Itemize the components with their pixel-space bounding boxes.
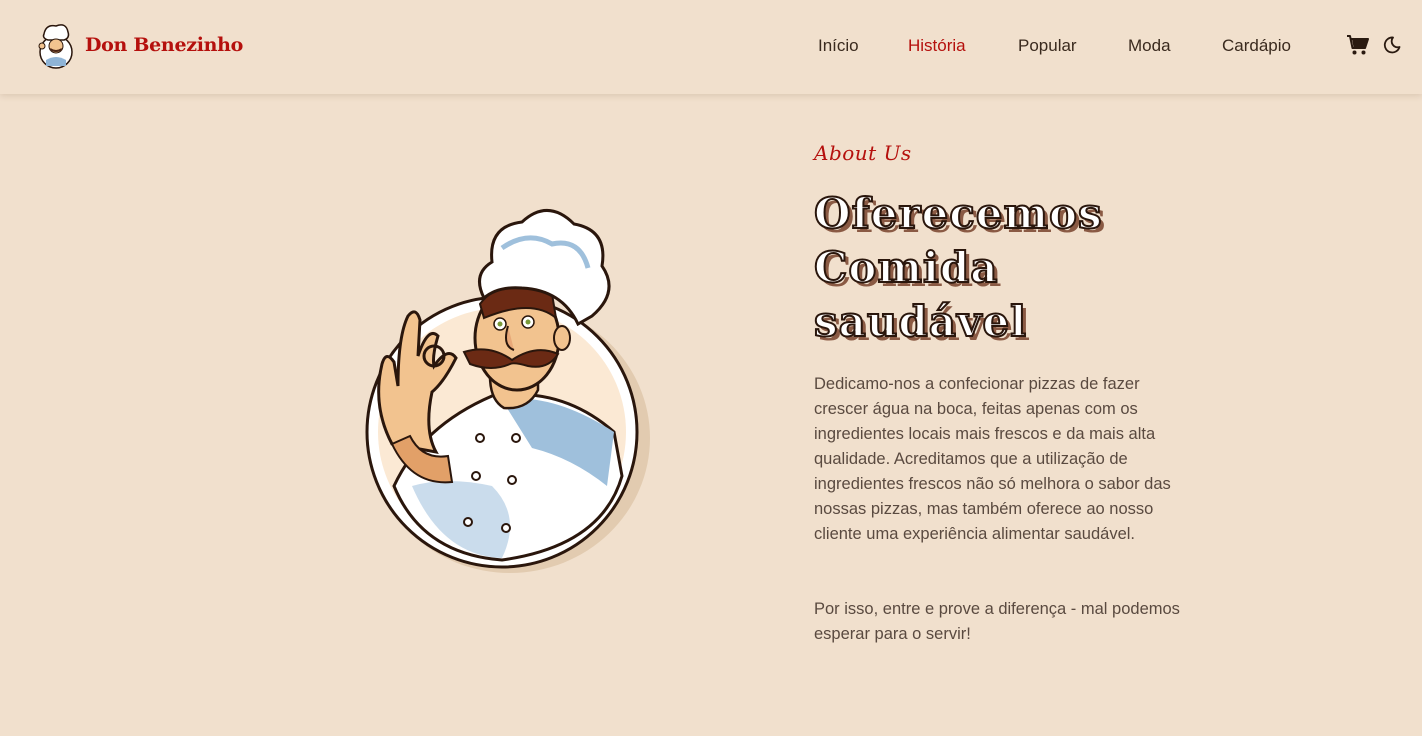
about-paragraph-2: Por isso, entre e prove a diferença - ma…	[814, 600, 1180, 643]
about-paragraph-1: Dedicamo-nos a confecionar pizzas de faz…	[814, 375, 1171, 543]
about-title-line: Oferecemos	[813, 188, 1103, 239]
cart-icon[interactable]	[1346, 34, 1370, 56]
nav-link-cardapio[interactable]: Cardápio	[1222, 36, 1291, 56]
about-title-line: Comida	[813, 242, 999, 293]
about-title-line: saudável	[813, 296, 1028, 347]
nav-link-historia[interactable]: História	[908, 36, 966, 56]
site-header: Don Benezinho Início História Popular Mo…	[0, 0, 1422, 94]
nav-link-inicio[interactable]: Início	[818, 36, 859, 56]
about-subtitle: About Us	[814, 141, 912, 165]
chef-illustration	[365, 209, 650, 573]
about-title: Oferecemos Comida saudável	[813, 187, 1234, 349]
main-nav: Início História Popular Moda Cardápio	[0, 36, 1422, 60]
moon-icon[interactable]	[1382, 35, 1402, 55]
nav-link-popular[interactable]: Popular	[1018, 36, 1077, 56]
nav-link-moda[interactable]: Moda	[1128, 36, 1171, 56]
